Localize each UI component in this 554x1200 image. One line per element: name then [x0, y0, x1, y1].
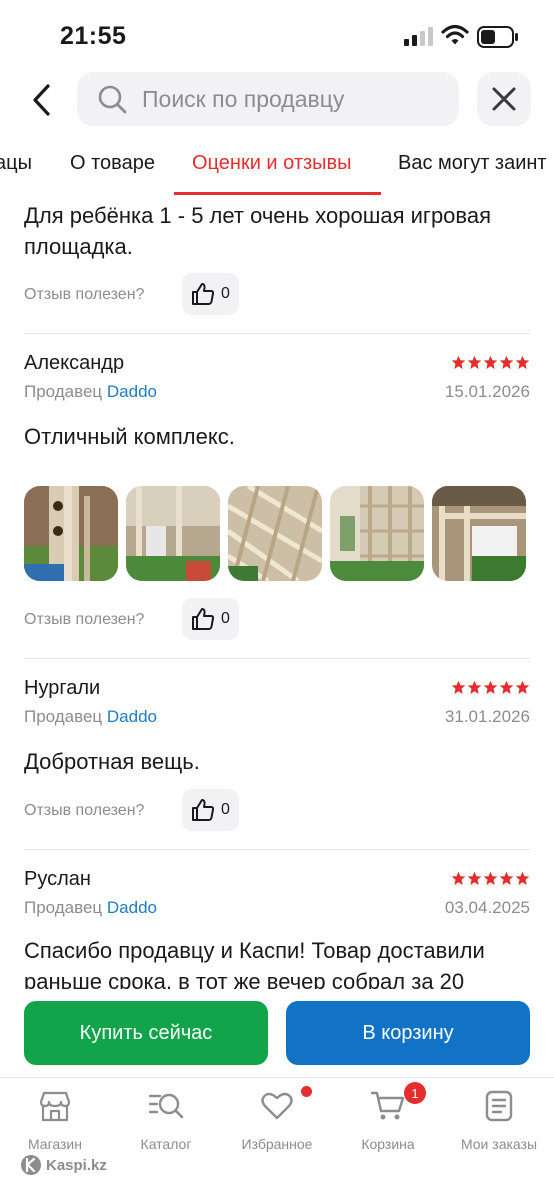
nav-label-favorites: Избранное [241, 1136, 313, 1152]
seller-link[interactable]: Daddo [107, 707, 157, 726]
like-button[interactable]: 0 [182, 789, 239, 831]
helpful-label: Отзыв полезен? [24, 802, 145, 819]
review-date: 31.01.2026 [444, 707, 530, 726]
rating-stars [451, 680, 530, 695]
nav-label-store: Магазин [27, 1136, 82, 1152]
star-icon [499, 355, 514, 369]
star-icon [515, 871, 530, 885]
heart-icon [261, 1092, 293, 1120]
cart-count-badge: 1 [404, 1082, 426, 1104]
star-icon [451, 871, 466, 885]
review-seller: Продавец Daddo [24, 707, 157, 727]
seller-link[interactable]: Daddo [107, 898, 157, 917]
thumbs-up-icon [192, 799, 215, 821]
close-icon [492, 87, 516, 111]
nav-label-cart: Корзина [361, 1136, 415, 1152]
favorites-dot-badge [301, 1086, 312, 1097]
seller-link[interactable]: Daddo [107, 382, 157, 401]
thumbs-up-icon [192, 283, 215, 305]
review-photo[interactable] [24, 486, 118, 581]
search-icon [98, 85, 127, 114]
add-to-cart-button[interactable]: В корзину [286, 1001, 530, 1065]
star-icon [499, 871, 514, 885]
tab-ratings-reviews[interactable]: Оценки и отзывы [192, 152, 352, 175]
like-count: 0 [221, 285, 230, 302]
like-count: 0 [221, 801, 230, 818]
like-count: 0 [221, 610, 230, 627]
review-author: Руслан [24, 868, 91, 890]
review-text: Спасибо продавцу и Каспи! Товар доставил… [24, 938, 485, 989]
seller-search-input[interactable]: Поиск по продавцу [77, 72, 459, 126]
nav-item-orders[interactable]: Мои заказы [444, 1088, 554, 1152]
seller-prefix: Продавец [24, 707, 103, 726]
cellular-signal-icon [404, 27, 433, 46]
nav-label-orders: Мои заказы [460, 1136, 538, 1152]
seller-prefix: Продавец [24, 382, 103, 401]
star-icon [483, 871, 498, 885]
star-icon [483, 680, 498, 694]
nav-item-store[interactable]: Магазин [0, 1088, 110, 1152]
close-search-button[interactable] [477, 72, 531, 126]
divider [24, 849, 530, 850]
tab-bar: ацы О товаре Оценки и отзывы Вас могут з… [0, 140, 554, 196]
chevron-left-icon [33, 84, 50, 116]
seller-prefix: Продавец [24, 898, 103, 917]
store-icon [39, 1091, 71, 1122]
bottom-nav: Магазин Каталог Избранное 1 Корзина Мои … [0, 1077, 554, 1200]
review-photo[interactable] [330, 486, 424, 581]
back-button[interactable] [22, 78, 62, 122]
orders-icon [485, 1090, 513, 1122]
kaspi-brand: Kaspi.kz [20, 1154, 107, 1176]
review-photo[interactable] [432, 486, 526, 581]
star-icon [467, 680, 482, 694]
rating-stars [451, 871, 530, 886]
star-icon [483, 355, 498, 369]
kaspi-logo-icon [21, 1155, 41, 1175]
nav-item-cart[interactable]: 1 Корзина [333, 1082, 443, 1152]
tab-about-product[interactable]: О товаре [70, 152, 155, 175]
brand-text: Kaspi.kz [46, 1156, 107, 1174]
review-date: 03.04.2025 [444, 898, 530, 917]
status-bar: 21:55 [0, 0, 554, 70]
review-text: Для ребёнка 1 - 5 лет очень хорошая игро… [24, 203, 492, 259]
star-icon [467, 355, 482, 369]
status-time: 21:55 [60, 22, 127, 50]
cart-icon [371, 1091, 405, 1120]
review-seller: Продавец Daddo [24, 382, 157, 402]
buy-now-button[interactable]: Купить сейчас [24, 1001, 268, 1065]
review-seller: Продавец Daddo [24, 898, 157, 918]
catalog-search-icon [148, 1093, 184, 1119]
divider [24, 658, 530, 659]
battery-icon [477, 26, 518, 48]
helpful-label: Отзыв полезен? [24, 611, 145, 628]
like-button[interactable]: 0 [182, 598, 239, 640]
review-photo[interactable] [126, 486, 220, 581]
review-author: Александр [24, 352, 125, 374]
review-author: Нургали [24, 677, 101, 699]
review-date: 15.01.2026 [444, 382, 530, 401]
tab-you-may-like[interactable]: Вас могут заинт [398, 152, 547, 175]
helpful-label: Отзыв полезен? [24, 286, 145, 303]
star-icon [467, 871, 482, 885]
review-photos [24, 486, 526, 581]
tab-partial-left[interactable]: ацы [0, 152, 32, 175]
star-icon [499, 680, 514, 694]
like-button[interactable]: 0 [182, 273, 239, 315]
star-icon [451, 355, 466, 369]
star-icon [515, 680, 530, 694]
rating-stars [451, 355, 530, 370]
review-text: Отличный комплекс. [24, 424, 235, 449]
nav-label-catalog: Каталог [140, 1136, 192, 1152]
review-text: Добротная вещь. [24, 749, 200, 774]
nav-item-favorites[interactable]: Избранное [222, 1086, 332, 1152]
star-icon [451, 680, 466, 694]
search-placeholder: Поиск по продавцу [142, 86, 345, 112]
thumbs-up-icon [192, 608, 215, 630]
review-photo[interactable] [228, 486, 322, 581]
wifi-icon [441, 24, 469, 45]
star-icon [515, 355, 530, 369]
divider [24, 333, 530, 334]
nav-item-catalog[interactable]: Каталог [111, 1088, 221, 1152]
active-tab-indicator [174, 192, 381, 195]
